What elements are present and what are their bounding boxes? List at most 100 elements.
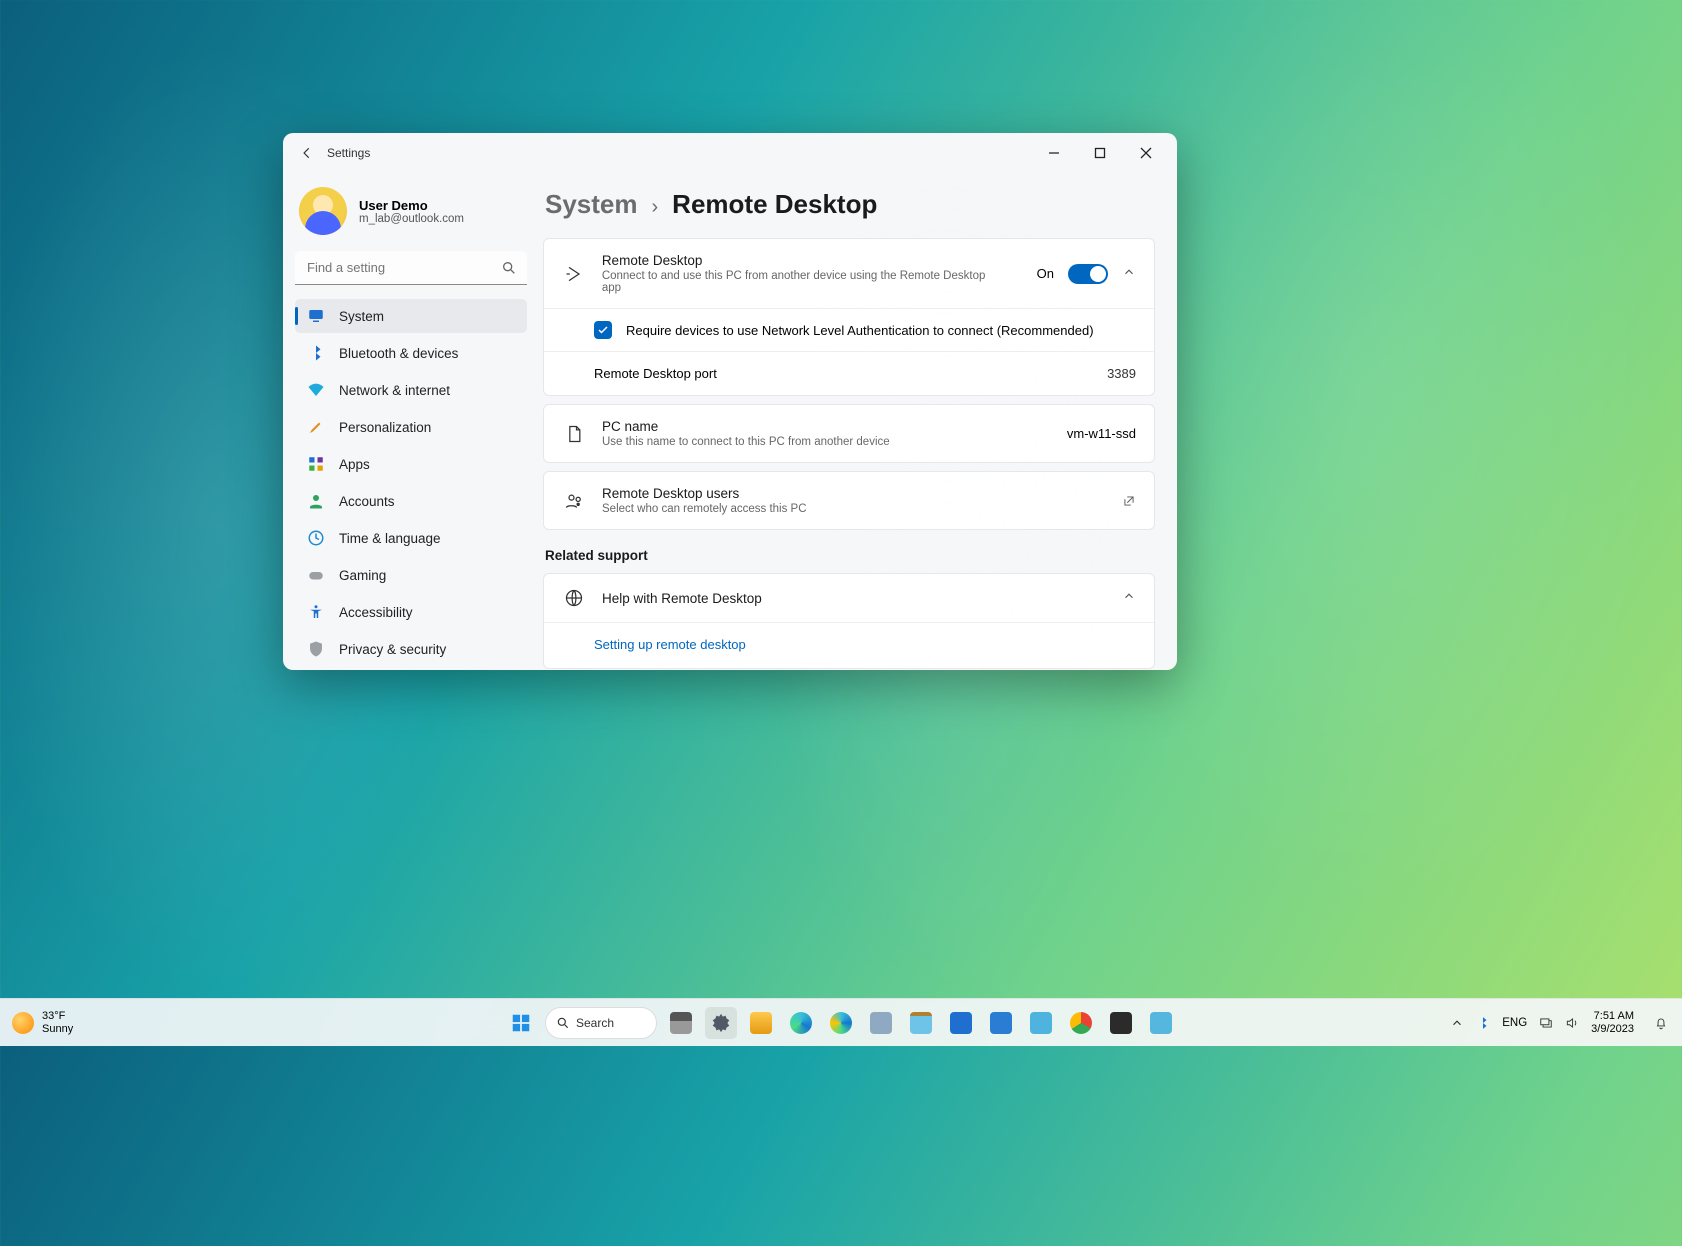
taskbar-center: Search — [260, 1007, 1422, 1039]
taskbar-weather[interactable]: 33°F Sunny — [0, 1010, 260, 1036]
pc-name-card[interactable]: PC name Use this name to connect to this… — [543, 404, 1155, 463]
arrow-left-icon — [300, 146, 314, 160]
edge-icon — [790, 1012, 812, 1034]
taskbar-terminal[interactable] — [1105, 1007, 1137, 1039]
task-view-icon — [670, 1012, 692, 1034]
nav-item-gaming[interactable]: Gaming — [295, 558, 527, 592]
start-button[interactable] — [505, 1007, 537, 1039]
weather-temp: 33°F — [42, 1010, 73, 1023]
close-icon — [1140, 147, 1152, 159]
network-icon[interactable] — [1539, 1016, 1553, 1030]
search-icon — [556, 1016, 570, 1030]
nav-item-system[interactable]: System — [295, 299, 527, 333]
remote-desktop-desc: Connect to and use this PC from another … — [602, 270, 1005, 294]
taskbar-chrome[interactable] — [1065, 1007, 1097, 1039]
collapse-button[interactable] — [1122, 265, 1136, 282]
task-view-button[interactable] — [665, 1007, 697, 1039]
notifications-button[interactable] — [1646, 1008, 1676, 1038]
taskbar-word[interactable] — [985, 1007, 1017, 1039]
toggle-state-label: On — [1037, 266, 1054, 281]
nav-item-network[interactable]: Network & internet — [295, 373, 527, 407]
maximize-button[interactable] — [1077, 137, 1123, 169]
taskbar-app-3[interactable] — [1145, 1007, 1177, 1039]
shield-icon — [307, 640, 325, 658]
nav-item-privacy[interactable]: Privacy & security — [295, 632, 527, 666]
help-card: Help with Remote Desktop Setting up remo… — [543, 573, 1155, 669]
nav-label: Accounts — [339, 494, 395, 509]
help-row[interactable]: Help with Remote Desktop — [544, 574, 1154, 622]
nav-item-accessibility[interactable]: Accessibility — [295, 595, 527, 629]
help-collapse-button[interactable] — [1122, 589, 1136, 608]
taskbar-notepad[interactable] — [905, 1007, 937, 1039]
gear-icon — [710, 1012, 732, 1034]
nav-label: Gaming — [339, 568, 386, 583]
paintbrush-icon — [307, 418, 325, 436]
edge-dev-icon — [830, 1012, 852, 1034]
remote-desktop-row[interactable]: Remote Desktop Connect to and use this P… — [544, 239, 1154, 308]
store-icon — [950, 1012, 972, 1034]
external-link-button[interactable] — [1122, 494, 1136, 508]
app-icon — [1150, 1012, 1172, 1034]
nav-item-update[interactable]: Windows Update — [295, 669, 527, 670]
taskbar-app-2[interactable] — [1025, 1007, 1057, 1039]
nav-label: Apps — [339, 457, 370, 472]
nav-label: Personalization — [339, 420, 431, 435]
sidebar: User Demo m_lab@outlook.com System Bluet… — [283, 173, 539, 670]
rd-users-card[interactable]: Remote Desktop users Select who can remo… — [543, 471, 1155, 530]
taskbar-date: 3/9/2023 — [1591, 1023, 1634, 1036]
weather-icon — [12, 1012, 34, 1034]
nav-list: System Bluetooth & devices Network & int… — [295, 299, 527, 670]
taskbar-clock[interactable]: 7:51 AM 3/9/2023 — [1591, 1010, 1634, 1036]
nla-checkbox[interactable] — [594, 321, 612, 339]
chevron-up-icon[interactable] — [1450, 1016, 1464, 1030]
notepad-icon — [910, 1012, 932, 1034]
nav-item-accounts[interactable]: Accounts — [295, 484, 527, 518]
rd-users-title: Remote Desktop users — [602, 486, 807, 501]
remote-desktop-title: Remote Desktop — [602, 253, 1005, 268]
breadcrumb-parent[interactable]: System — [545, 189, 638, 220]
taskbar-store[interactable] — [945, 1007, 977, 1039]
system-icon — [307, 307, 325, 325]
clock-globe-icon — [307, 529, 325, 547]
pcname-desc: Use this name to connect to this PC from… — [602, 436, 890, 448]
nla-row[interactable]: Require devices to use Network Level Aut… — [544, 308, 1154, 351]
nav-label: Bluetooth & devices — [339, 346, 458, 361]
taskbar-explorer[interactable] — [745, 1007, 777, 1039]
breadcrumb: System › Remote Desktop — [543, 185, 1155, 238]
taskbar: 33°F Sunny Search ENG 7 — [0, 998, 1682, 1046]
profile-block[interactable]: User Demo m_lab@outlook.com — [295, 181, 527, 249]
minimize-button[interactable] — [1031, 137, 1077, 169]
taskbar-settings-app[interactable] — [705, 1007, 737, 1039]
help-link[interactable]: Setting up remote desktop — [544, 622, 1154, 668]
maximize-icon — [1094, 147, 1106, 159]
remote-desktop-icon — [562, 264, 586, 284]
nav-item-time[interactable]: Time & language — [295, 521, 527, 555]
search-field[interactable] — [295, 251, 527, 285]
folder-icon — [750, 1012, 772, 1034]
bell-icon — [1654, 1016, 1668, 1030]
taskbar-app-1[interactable] — [865, 1007, 897, 1039]
nav-item-apps[interactable]: Apps — [295, 447, 527, 481]
volume-icon[interactable] — [1565, 1016, 1579, 1030]
back-button[interactable] — [291, 137, 323, 169]
help-title: Help with Remote Desktop — [602, 591, 762, 606]
gamepad-icon — [307, 566, 325, 584]
profile-email: m_lab@outlook.com — [359, 213, 464, 225]
close-button[interactable] — [1123, 137, 1169, 169]
nav-label: Privacy & security — [339, 642, 446, 657]
users-icon — [562, 491, 586, 511]
taskbar-edge[interactable] — [785, 1007, 817, 1039]
language-indicator[interactable]: ENG — [1502, 1017, 1527, 1029]
taskbar-edge-dev[interactable] — [825, 1007, 857, 1039]
remote-desktop-toggle[interactable] — [1068, 264, 1108, 284]
taskbar-time: 7:51 AM — [1591, 1010, 1634, 1023]
profile-name: User Demo — [359, 198, 464, 213]
person-icon — [307, 492, 325, 510]
nav-item-bluetooth[interactable]: Bluetooth & devices — [295, 336, 527, 370]
nav-label: System — [339, 309, 384, 324]
search-input[interactable] — [295, 251, 527, 285]
windows-logo-icon — [510, 1012, 532, 1034]
taskbar-search[interactable]: Search — [545, 1007, 657, 1039]
bluetooth-icon[interactable] — [1476, 1016, 1490, 1030]
nav-item-personalization[interactable]: Personalization — [295, 410, 527, 444]
